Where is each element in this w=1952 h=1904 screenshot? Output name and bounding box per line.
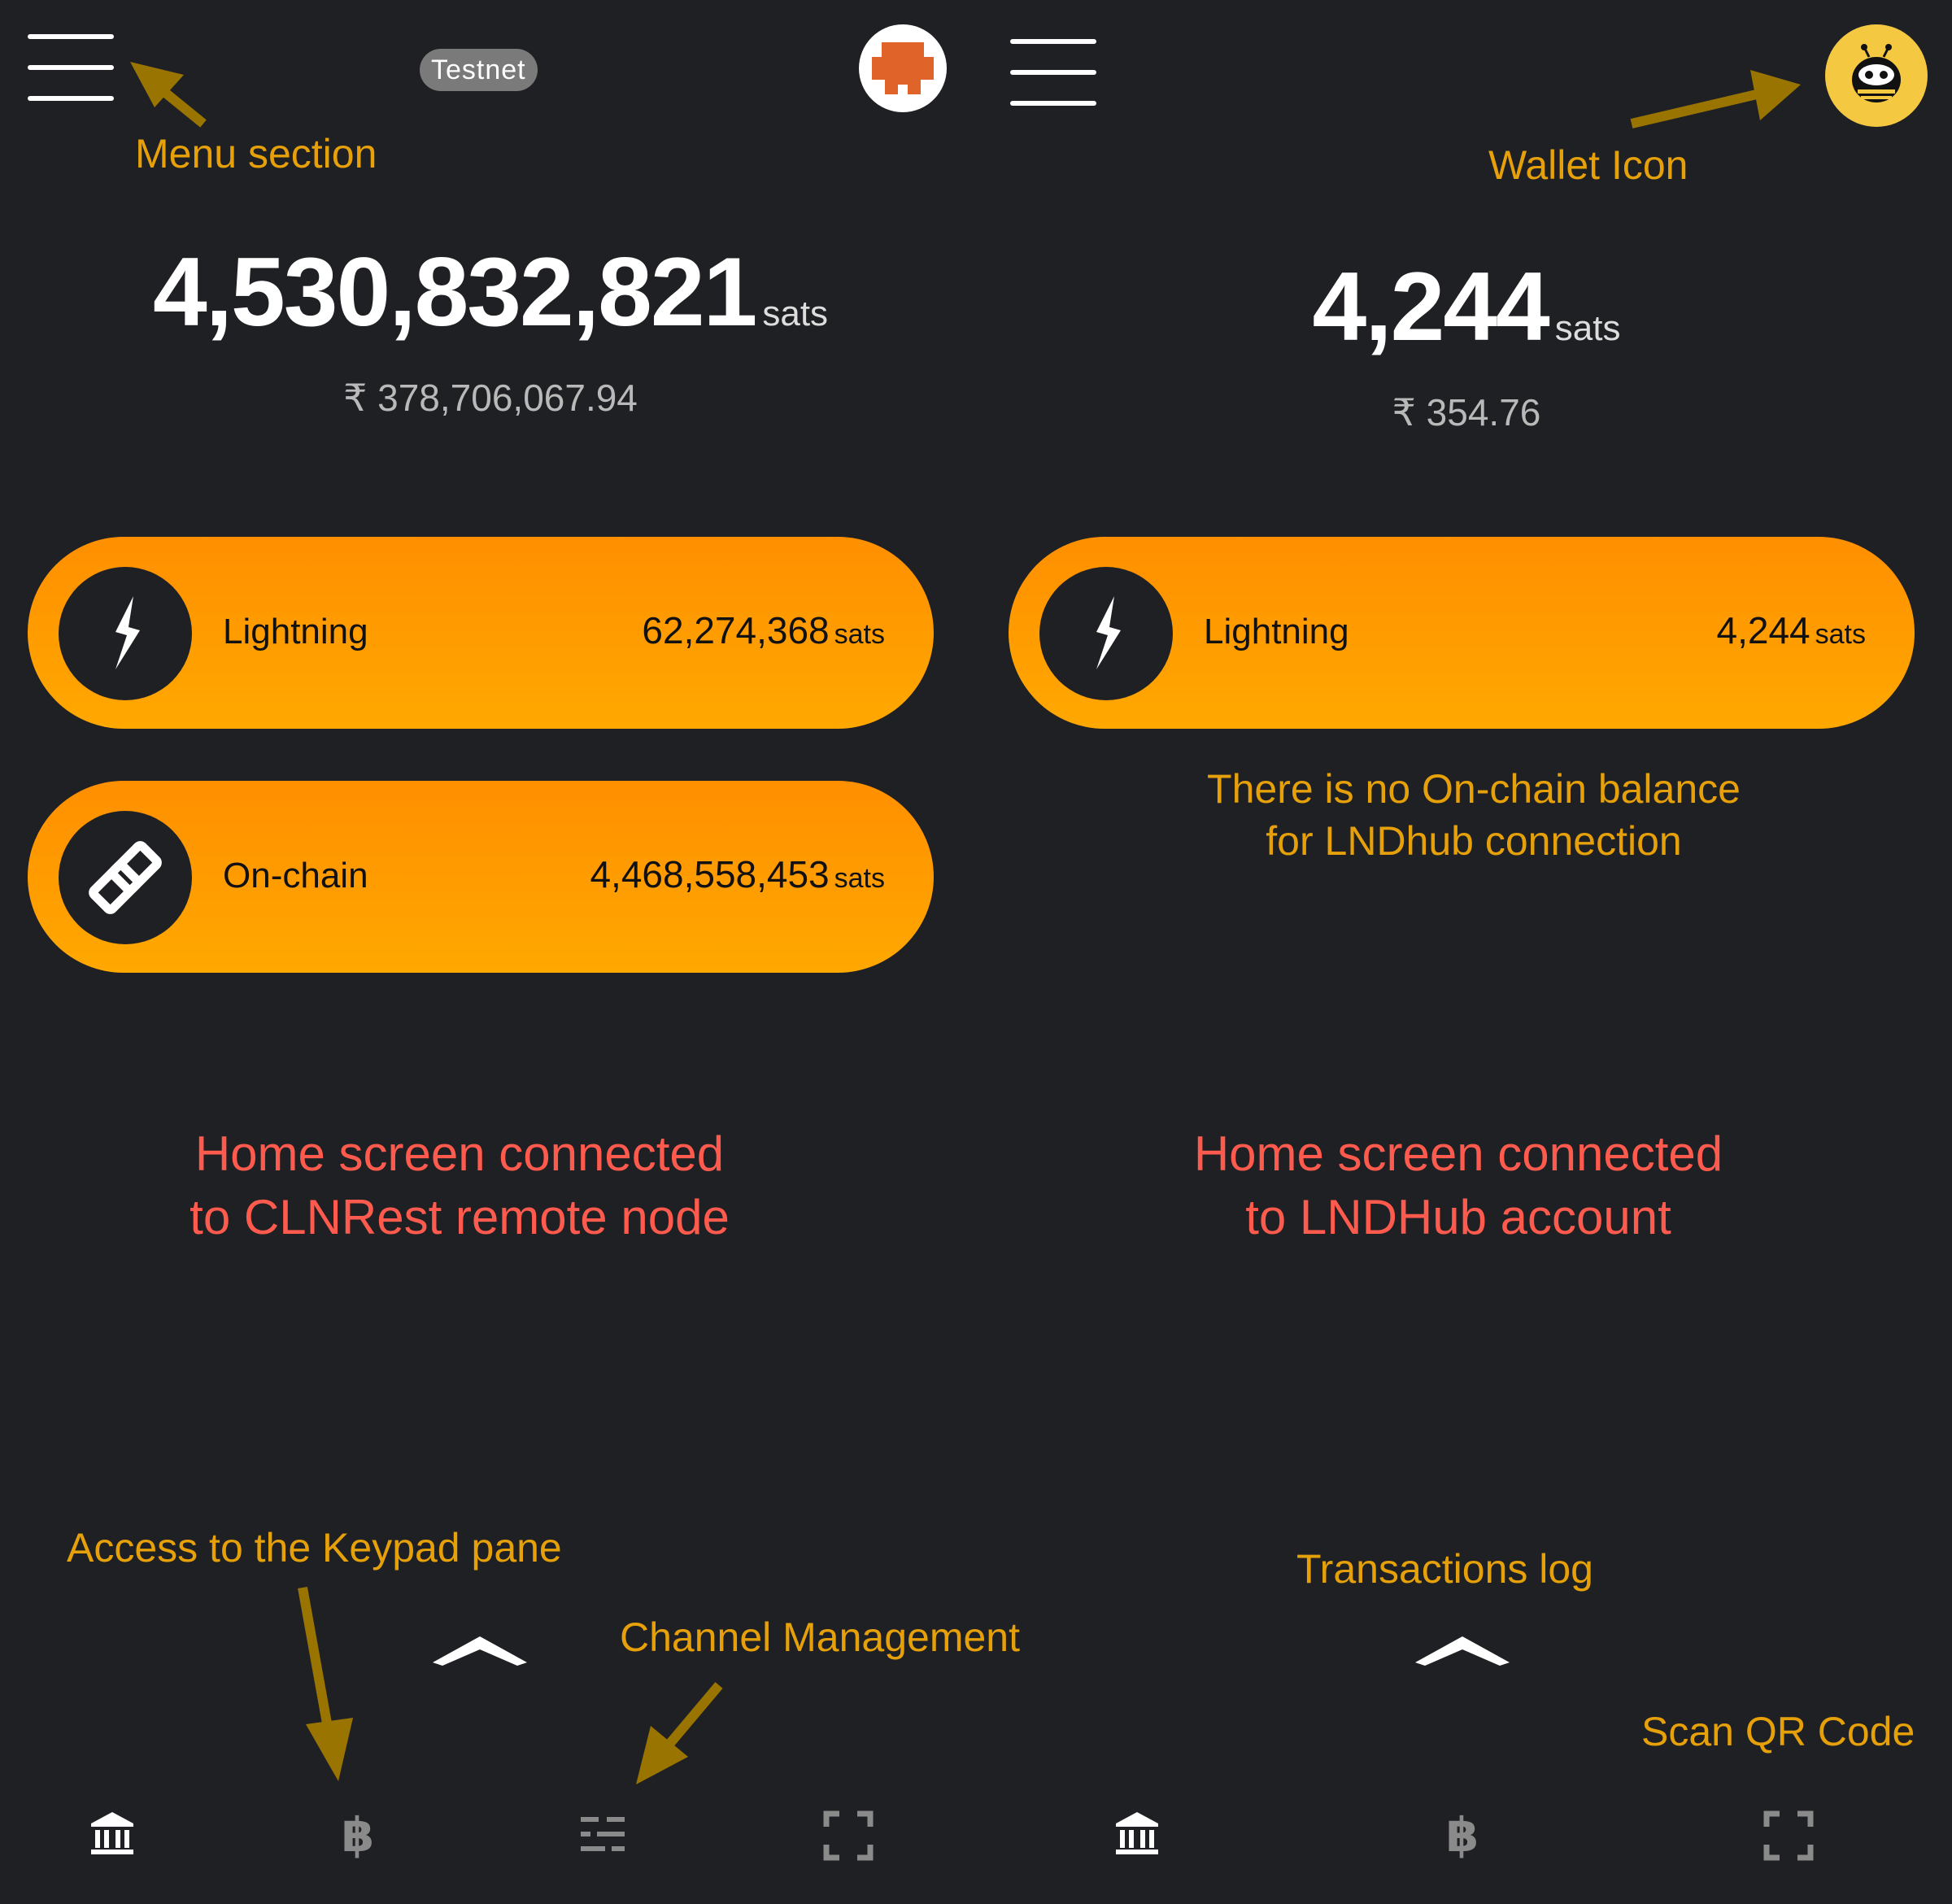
testnet-badge: Testnet <box>420 49 538 91</box>
fiat-balance: ₹ 354.76 <box>1392 391 1541 434</box>
chevron-up-icon[interactable] <box>433 1633 527 1669</box>
fiat-balance: ₹ 378,706,067.94 <box>343 377 638 419</box>
scan-icon[interactable] <box>823 1810 874 1861</box>
annotation-transactions-log: Transactions log <box>1296 1546 1593 1592</box>
bitcoin-icon[interactable]: ฿ <box>1440 1809 1485 1861</box>
chain-link-icon <box>59 811 192 944</box>
right-caption: Home screen connected to LNDHub account <box>1193 1126 1723 1244</box>
balance-amount: 4,530,832,821 <box>152 237 757 346</box>
bitcoin-icon[interactable]: ฿ <box>335 1809 381 1861</box>
lightning-label: Lightning <box>223 612 368 651</box>
no-onchain-note: There is no On-chain balance for LNDhub … <box>1207 766 1741 864</box>
annotation-channel-management: Channel Management <box>620 1614 1020 1660</box>
onchain-label: On-chain <box>223 856 368 895</box>
scan-icon[interactable] <box>1763 1810 1814 1861</box>
menu-button[interactable] <box>1010 39 1100 120</box>
lightning-label: Lightning <box>1204 612 1349 651</box>
lightning-icon <box>59 567 192 700</box>
menu-button[interactable] <box>28 34 117 115</box>
annotation-keypad: Access to the Keypad pane <box>67 1525 562 1571</box>
annotation-scan-qr: Scan QR Code <box>1641 1709 1915 1754</box>
svg-text:฿: ฿ <box>342 1809 374 1861</box>
left-caption: Home screen connected to CLNRest remote … <box>190 1126 730 1244</box>
wallet-avatar-icon[interactable] <box>1825 24 1928 127</box>
balance-unit: sats <box>1554 308 1621 348</box>
channels-icon[interactable] <box>579 1814 626 1856</box>
balance-unit: sats <box>762 294 829 333</box>
bank-icon[interactable] <box>88 1809 137 1858</box>
chevron-up-icon[interactable] <box>1415 1633 1510 1669</box>
total-balance: 4,244 sats <box>981 251 1952 363</box>
lightning-amount: 62,274,368 sats <box>642 609 885 651</box>
lightning-amount: 4,244 sats <box>1716 609 1866 651</box>
bank-icon[interactable] <box>1113 1809 1161 1858</box>
total-balance: 4,530,832,821 sats <box>0 236 981 348</box>
right-screen: 4,244 sats ₹ 354.76 Lightning 4,244 sats … <box>981 0 1952 1904</box>
onchain-balance-card[interactable]: On-chain 4,468,558,453 sats <box>28 781 934 973</box>
svg-text:฿: ฿ <box>1446 1809 1479 1861</box>
lightning-icon <box>1039 567 1173 700</box>
lightning-balance-card[interactable]: Lightning 4,244 sats <box>1009 537 1915 729</box>
annotation-menu-section: Menu section <box>135 131 377 176</box>
balance-amount: 4,244 <box>1312 252 1550 361</box>
annotation-wallet-icon: Wallet Icon <box>1488 142 1688 188</box>
lightning-balance-card[interactable]: Lightning 62,274,368 sats <box>28 537 934 729</box>
node-avatar-icon[interactable] <box>859 24 947 112</box>
onchain-amount: 4,468,558,453 sats <box>590 853 885 895</box>
